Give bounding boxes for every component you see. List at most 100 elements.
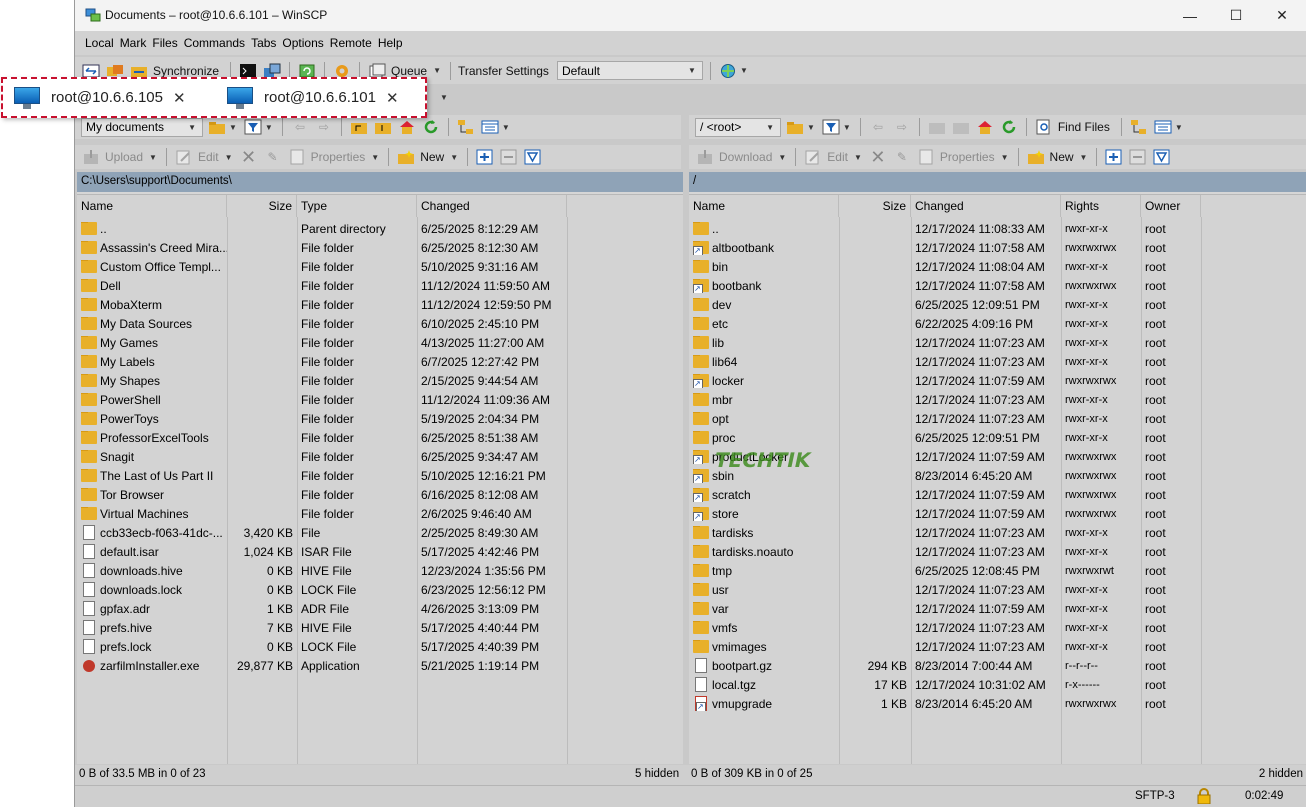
session-tab-2[interactable]: root@10.6.6.101 ✕ xyxy=(216,79,425,116)
table-row[interactable]: vmupgrade 1 KB 8/23/2014 6:45:20 AM rwxrwxr… xyxy=(689,694,1306,713)
edit-button[interactable]: Edit xyxy=(198,150,219,164)
back-arrow-icon[interactable]: ⇦ xyxy=(290,118,310,136)
column-size[interactable]: Size xyxy=(227,195,297,217)
root-directory-icon[interactable] xyxy=(951,118,971,136)
table-row[interactable]: My Games File folder 4/13/2025 11:27:00 AM xyxy=(77,333,683,352)
transfer-settings-select[interactable]: Default ▼ xyxy=(556,61,703,80)
table-row[interactable]: .. 12/17/2024 11:08:33 AM rwxr-xr-x root xyxy=(689,219,1306,238)
new-button[interactable]: New xyxy=(1050,150,1074,164)
back-arrow-icon[interactable]: ⇦ xyxy=(868,118,888,136)
table-row[interactable]: zarfilmInstaller.exe 29,877 KB Application… xyxy=(77,656,683,675)
chevron-down-icon[interactable]: ▼ xyxy=(229,123,237,132)
queue-dropdown-icon[interactable]: ▼ xyxy=(433,66,441,75)
table-row[interactable]: lib64 12/17/2024 11:07:23 AM rwxr-xr-x root xyxy=(689,352,1306,371)
minimize-button[interactable]: — xyxy=(1167,0,1213,31)
close-tab-icon[interactable]: ✕ xyxy=(386,89,399,107)
parent-directory-icon[interactable] xyxy=(349,118,369,136)
column-name[interactable]: Name xyxy=(77,195,227,217)
properties-icon[interactable] xyxy=(916,148,936,166)
table-row[interactable]: PowerToys File folder 5/19/2025 2:04:34 PM xyxy=(77,409,683,428)
table-row[interactable]: Tor Browser File folder 6/16/2025 8:12:08 … xyxy=(77,485,683,504)
local-file-list[interactable]: Name Size Type Changed .. Parent director… xyxy=(77,194,683,764)
forward-arrow-icon[interactable]: ⇨ xyxy=(892,118,912,136)
select-plus-icon[interactable] xyxy=(1104,148,1124,166)
edit-button[interactable]: Edit xyxy=(827,150,848,164)
view-mode-icon[interactable] xyxy=(1153,118,1173,136)
table-row[interactable]: scratch 12/17/2024 11:07:59 AM rwxrwxrwx ro… xyxy=(689,485,1306,504)
menu-files[interactable]: Files xyxy=(152,36,177,50)
chevron-down-icon[interactable]: ▼ xyxy=(740,66,748,75)
new-folder-icon[interactable] xyxy=(1026,148,1046,166)
find-files-icon[interactable] xyxy=(1034,118,1054,136)
table-row[interactable]: usr 12/17/2024 11:07:23 AM rwxr-xr-x root xyxy=(689,580,1306,599)
remote-hidden-count[interactable]: 2 hidden xyxy=(1259,768,1303,780)
table-row[interactable]: lib 12/17/2024 11:07:23 AM rwxr-xr-x root xyxy=(689,333,1306,352)
unselect-minus-icon[interactable] xyxy=(499,148,519,166)
table-row[interactable]: proc 6/25/2025 12:09:51 PM rwxr-xr-x root xyxy=(689,428,1306,447)
table-row[interactable]: My Data Sources File folder 6/10/2025 2:45… xyxy=(77,314,683,333)
table-row[interactable]: downloads.lock 0 KB LOCK File 6/23/2025 12:… xyxy=(77,580,683,599)
table-row[interactable]: prefs.lock 0 KB LOCK File 5/17/2025 4:40:39… xyxy=(77,637,683,656)
table-row[interactable]: My Labels File folder 6/7/2025 12:27:42 PM xyxy=(77,352,683,371)
table-row[interactable]: My Shapes File folder 2/15/2025 9:44:54 AM xyxy=(77,371,683,390)
chevron-down-icon[interactable]: ▼ xyxy=(265,123,273,132)
new-folder-icon[interactable] xyxy=(396,148,416,166)
properties-icon[interactable] xyxy=(287,148,307,166)
properties-button[interactable]: Properties xyxy=(311,150,366,164)
table-row[interactable]: vmimages 12/17/2024 11:07:23 AM rwxr-xr-x r… xyxy=(689,637,1306,656)
filter-icon[interactable] xyxy=(821,118,841,136)
properties-button[interactable]: Properties xyxy=(940,150,995,164)
open-directory-icon[interactable] xyxy=(785,118,805,136)
home-icon[interactable] xyxy=(975,118,995,136)
queue-button[interactable]: Queue xyxy=(391,64,427,78)
table-row[interactable]: etc 6/22/2025 4:09:16 PM rwxr-xr-x root xyxy=(689,314,1306,333)
table-row[interactable]: store 12/17/2024 11:07:59 AM rwxrwxrwx root xyxy=(689,504,1306,523)
table-row[interactable]: dev 6/25/2025 12:09:51 PM rwxr-xr-x root xyxy=(689,295,1306,314)
chevron-down-icon[interactable]: ▼ xyxy=(1080,153,1088,162)
local-hidden-count[interactable]: 5 hidden xyxy=(635,768,679,780)
tree-view-icon[interactable] xyxy=(456,118,476,136)
close-tab-icon[interactable]: ✕ xyxy=(173,89,186,107)
table-row[interactable]: default.isar 1,024 KB ISAR File 5/17/2025 4… xyxy=(77,542,683,561)
menu-commands[interactable]: Commands xyxy=(184,36,245,50)
table-row[interactable]: vmfs 12/17/2024 11:07:23 AM rwxr-xr-x root xyxy=(689,618,1306,637)
column-type[interactable]: Type xyxy=(297,195,417,217)
menu-local[interactable]: Local xyxy=(85,36,114,50)
edit-icon[interactable] xyxy=(174,148,194,166)
root-directory-icon[interactable] xyxy=(373,118,393,136)
lock-icon[interactable] xyxy=(1197,788,1211,807)
chevron-down-icon[interactable]: ▼ xyxy=(778,153,786,162)
column-name[interactable]: Name xyxy=(689,195,839,217)
new-button[interactable]: New xyxy=(420,150,444,164)
view-mode-icon[interactable] xyxy=(480,118,500,136)
table-row[interactable]: tardisks 12/17/2024 11:07:23 AM rwxr-xr-x r… xyxy=(689,523,1306,542)
table-row[interactable]: tmp 6/25/2025 12:08:45 PM rwxrwxrwt root xyxy=(689,561,1306,580)
tabs-dropdown-icon[interactable]: ▼ xyxy=(440,93,448,102)
refresh-icon[interactable] xyxy=(999,118,1019,136)
table-row[interactable]: local.tgz 17 KB 12/17/2024 10:31:02 AM r-x-… xyxy=(689,675,1306,694)
maximize-button[interactable]: ☐ xyxy=(1213,0,1259,31)
open-directory-icon[interactable] xyxy=(207,118,227,136)
chevron-down-icon[interactable]: ▼ xyxy=(843,123,851,132)
table-row[interactable]: Dell File folder 11/12/2024 11:59:50 AM xyxy=(77,276,683,295)
menu-remote[interactable]: Remote xyxy=(330,36,372,50)
download-button[interactable]: Download xyxy=(719,150,772,164)
table-row[interactable]: mbr 12/17/2024 11:07:23 AM rwxr-xr-x root xyxy=(689,390,1306,409)
filter-select-icon[interactable] xyxy=(1152,148,1172,166)
download-icon[interactable] xyxy=(695,148,715,166)
menu-mark[interactable]: Mark xyxy=(120,36,147,50)
table-row[interactable]: Snagit File folder 6/25/2025 9:34:47 AM xyxy=(77,447,683,466)
chevron-down-icon[interactable]: ▼ xyxy=(371,153,379,162)
menu-options[interactable]: Options xyxy=(282,36,323,50)
table-row[interactable]: Custom Office Templ... File folder 5/10/20… xyxy=(77,257,683,276)
delete-x-icon[interactable]: ✕ xyxy=(868,147,888,167)
chevron-down-icon[interactable]: ▼ xyxy=(1001,153,1009,162)
table-row[interactable]: bin 12/17/2024 11:08:04 AM rwxr-xr-x root xyxy=(689,257,1306,276)
chevron-down-icon[interactable]: ▼ xyxy=(807,123,815,132)
rename-icon[interactable]: ✎ xyxy=(263,148,283,166)
column-size[interactable]: Size xyxy=(839,195,911,217)
right-location-select[interactable]: / <root> ▼ xyxy=(695,117,781,137)
menu-tabs[interactable]: Tabs xyxy=(251,36,276,50)
table-row[interactable]: bootpart.gz 294 KB 8/23/2014 7:00:44 AM r--… xyxy=(689,656,1306,675)
synchronize-button[interactable]: Synchronize xyxy=(153,64,219,78)
